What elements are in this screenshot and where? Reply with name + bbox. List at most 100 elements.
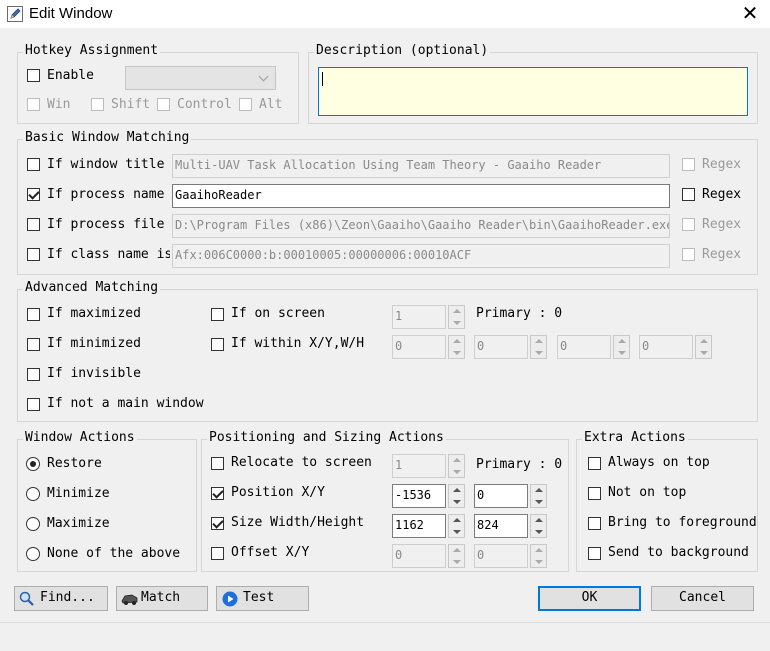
offset-y-spinner[interactable] bbox=[530, 544, 547, 568]
if-invisible-label: If invisible bbox=[47, 366, 141, 381]
window-title-regex-label: Regex bbox=[702, 157, 742, 172]
if-not-main-window-label: If not a main window bbox=[47, 396, 204, 411]
shift-label: Shift bbox=[111, 97, 151, 112]
height-field[interactable]: 824 bbox=[474, 514, 528, 538]
process-file-regex-checkbox[interactable] bbox=[682, 218, 695, 231]
magnifier-icon bbox=[19, 591, 35, 607]
close-icon[interactable]: ✕ bbox=[736, 2, 764, 26]
send-background-checkbox[interactable] bbox=[588, 547, 601, 560]
within-y-spinner[interactable] bbox=[530, 335, 547, 359]
offset-label: Offset X/Y bbox=[231, 545, 310, 560]
within-h-spinner[interactable] bbox=[695, 335, 712, 359]
class-name-checkbox[interactable] bbox=[27, 248, 40, 261]
enable-hotkey-checkbox[interactable] bbox=[27, 69, 40, 82]
height-spinner[interactable] bbox=[530, 514, 547, 538]
position-y-field[interactable]: 0 bbox=[474, 484, 528, 508]
if-minimized-checkbox[interactable] bbox=[27, 338, 40, 351]
screen-spinner[interactable] bbox=[448, 305, 465, 329]
win-checkbox[interactable] bbox=[27, 98, 40, 111]
offset-checkbox[interactable] bbox=[211, 547, 224, 560]
extra-actions-title: Extra Actions bbox=[582, 430, 688, 445]
description-group-title: Description (optional) bbox=[314, 43, 491, 58]
within-x-field[interactable]: 0 bbox=[392, 335, 446, 359]
positioning-title: Positioning and Sizing Actions bbox=[207, 430, 446, 445]
not-on-top-checkbox[interactable] bbox=[588, 487, 601, 500]
if-within-checkbox[interactable] bbox=[211, 338, 224, 351]
within-w-spinner[interactable] bbox=[613, 335, 630, 359]
offset-x-field[interactable]: 0 bbox=[392, 544, 446, 568]
ok-button[interactable]: OK bbox=[538, 586, 641, 611]
match-label: Match bbox=[141, 590, 181, 605]
within-y-field[interactable]: 0 bbox=[474, 335, 528, 359]
control-checkbox[interactable] bbox=[157, 98, 170, 111]
play-icon bbox=[222, 591, 238, 607]
width-field[interactable]: 1162 bbox=[392, 514, 446, 538]
hotkey-group-title: Hotkey Assignment bbox=[23, 43, 161, 58]
process-name-field[interactable]: GaaihoReader bbox=[172, 184, 670, 208]
text-cursor bbox=[322, 72, 323, 86]
description-input[interactable] bbox=[318, 67, 748, 116]
screen-number-field[interactable]: 1 bbox=[392, 305, 446, 329]
relocate-screen-field[interactable]: 1 bbox=[392, 454, 446, 478]
test-label: Test bbox=[243, 590, 275, 605]
offset-y-field[interactable]: 0 bbox=[474, 544, 528, 568]
send-background-label: Send to background bbox=[608, 545, 749, 560]
if-within-label: If within X/Y,W/H bbox=[231, 336, 365, 351]
if-on-screen-label: If on screen bbox=[231, 306, 325, 321]
shift-checkbox[interactable] bbox=[91, 98, 104, 111]
within-w-field[interactable]: 0 bbox=[557, 335, 611, 359]
test-button[interactable]: Test bbox=[216, 586, 309, 611]
relocate-spinner[interactable] bbox=[448, 454, 465, 478]
title-bar: Edit Window ✕ bbox=[0, 0, 770, 28]
position-checkbox[interactable] bbox=[211, 487, 224, 500]
if-on-screen-checkbox[interactable] bbox=[211, 308, 224, 321]
width-spinner[interactable] bbox=[448, 514, 465, 538]
hotkey-combo[interactable] bbox=[125, 66, 276, 90]
process-file-label: If process file is bbox=[47, 217, 170, 232]
position-y-spinner[interactable] bbox=[530, 484, 547, 508]
window-title-field[interactable]: Multi-UAV Task Allocation Using Team The… bbox=[172, 154, 670, 178]
bring-foreground-checkbox[interactable] bbox=[588, 517, 601, 530]
relocate-label: Relocate to screen bbox=[231, 455, 372, 470]
not-on-top-label: Not on top bbox=[608, 485, 687, 500]
restore-radio[interactable] bbox=[26, 457, 40, 471]
position-x-field[interactable]: -1536 bbox=[392, 484, 446, 508]
within-x-spinner[interactable] bbox=[448, 335, 465, 359]
if-invisible-checkbox[interactable] bbox=[27, 368, 40, 381]
process-file-checkbox[interactable] bbox=[27, 218, 40, 231]
class-name-label: If class name is bbox=[47, 247, 170, 262]
process-file-field[interactable]: D:\Program Files (x86)\Zeon\Gaaiho\Gaaih… bbox=[172, 214, 670, 238]
always-on-top-checkbox[interactable] bbox=[588, 457, 601, 470]
maximize-radio[interactable] bbox=[26, 517, 40, 531]
within-h-field[interactable]: 0 bbox=[639, 335, 693, 359]
window-title-checkbox[interactable] bbox=[27, 158, 40, 171]
status-bar bbox=[0, 622, 770, 651]
none-radio[interactable] bbox=[26, 547, 40, 561]
relocate-primary-label: Primary : 0 bbox=[476, 457, 563, 472]
match-button[interactable]: Match bbox=[116, 586, 208, 611]
offset-x-spinner[interactable] bbox=[448, 544, 465, 568]
alt-checkbox[interactable] bbox=[239, 98, 252, 111]
cancel-button[interactable]: Cancel bbox=[651, 586, 754, 611]
if-not-main-window-checkbox[interactable] bbox=[27, 398, 40, 411]
maximize-label: Maximize bbox=[47, 516, 110, 531]
window-title: Edit Window bbox=[29, 5, 113, 22]
if-minimized-label: If minimized bbox=[47, 336, 141, 351]
minimize-radio[interactable] bbox=[26, 487, 40, 501]
size-checkbox[interactable] bbox=[211, 517, 224, 530]
bring-foreground-label: Bring to foreground bbox=[608, 515, 757, 530]
if-maximized-checkbox[interactable] bbox=[27, 308, 40, 321]
enable-label: Enable bbox=[47, 68, 94, 83]
class-name-field[interactable]: Afx:006C0000:b:00010005:00000006:00010AC… bbox=[172, 244, 670, 268]
process-name-checkbox[interactable] bbox=[27, 188, 40, 201]
find-button[interactable]: Find... bbox=[14, 586, 108, 611]
process-name-regex-checkbox[interactable] bbox=[682, 188, 695, 201]
relocate-checkbox[interactable] bbox=[211, 457, 224, 470]
process-name-label: If process name is bbox=[47, 187, 170, 202]
truck-icon bbox=[121, 591, 139, 607]
process-file-regex-label: Regex bbox=[702, 217, 742, 232]
always-on-top-label: Always on top bbox=[608, 455, 710, 470]
window-title-regex-checkbox[interactable] bbox=[682, 158, 695, 171]
class-name-regex-checkbox[interactable] bbox=[682, 248, 695, 261]
position-x-spinner[interactable] bbox=[448, 484, 465, 508]
